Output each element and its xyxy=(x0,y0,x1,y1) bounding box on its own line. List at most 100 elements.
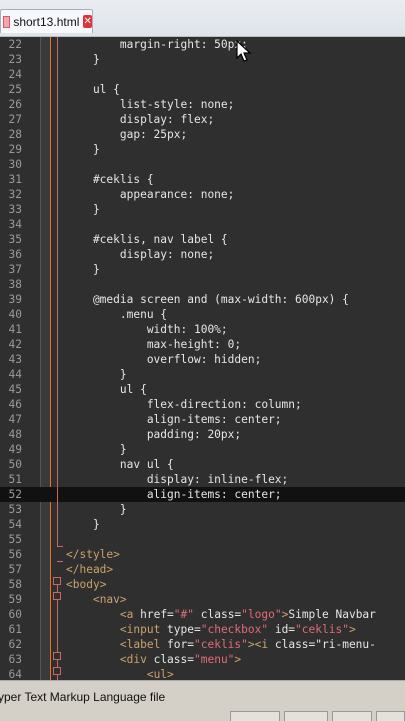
code-line[interactable]: 46 flex-direction: column; xyxy=(0,397,405,412)
code-line[interactable]: 57 </head> xyxy=(0,562,405,577)
line-number: 26 xyxy=(8,98,22,111)
line-number: 31 xyxy=(8,173,22,186)
code-line[interactable]: 23 } xyxy=(0,52,405,67)
line-number: 39 xyxy=(8,293,22,306)
code-text: padding: 20px; xyxy=(66,428,242,441)
code-text: } xyxy=(66,263,100,276)
code-line[interactable]: 32 appearance: none; xyxy=(0,187,405,202)
line-number: 30 xyxy=(8,158,22,171)
code-line[interactable]: 30 xyxy=(0,157,405,172)
code-line[interactable]: 41 width: 100%; xyxy=(0,322,405,337)
code-text: align-items: center; xyxy=(66,488,282,501)
line-number: 29 xyxy=(8,143,22,156)
code-line[interactable]: 40 .menu { xyxy=(0,307,405,322)
fold-toggle-nav[interactable] xyxy=(53,592,61,600)
code-text: } xyxy=(66,368,127,381)
status-bar: yper Text Markup Language file xyxy=(0,680,405,721)
code-line[interactable]: 31 #ceklis { xyxy=(0,172,405,187)
line-number: 62 xyxy=(8,638,22,651)
close-icon[interactable]: ✕ xyxy=(83,15,92,28)
code-line[interactable]: 50 nav ul { xyxy=(0,457,405,472)
code-line[interactable]: 53 } xyxy=(0,502,405,517)
code-line[interactable]: 33 } xyxy=(0,202,405,217)
line-number: 43 xyxy=(8,353,22,366)
code-text: @media screen and (max-width: 600px) { xyxy=(66,293,349,306)
code-line[interactable]: 28 gap: 25px; xyxy=(0,127,405,142)
line-number: 33 xyxy=(8,203,22,216)
code-line[interactable]: 60 <a href="#" class="logo">Simple Navba… xyxy=(0,607,405,622)
line-number: 32 xyxy=(8,188,22,201)
code-text: margin-right: 50px; xyxy=(66,38,248,51)
code-line[interactable]: 62 <label for="ceklis"><i class="ri-menu… xyxy=(0,637,405,652)
code-line[interactable]: 22 margin-right: 50px; xyxy=(0,37,405,52)
code-line[interactable]: 25 ul { xyxy=(0,82,405,97)
line-number: 23 xyxy=(8,53,22,66)
code-text: } xyxy=(66,143,100,156)
code-text: <a href="#" class="logo">Simple Navbar xyxy=(119,608,376,621)
fold-guide-style xyxy=(57,37,58,546)
line-number: 40 xyxy=(8,308,22,321)
code-text: gap: 25px; xyxy=(66,128,188,141)
code-text: } xyxy=(66,503,127,516)
code-line[interactable]: 29 } xyxy=(0,142,405,157)
code-line[interactable]: 49 } xyxy=(0,442,405,457)
tab-short13-html[interactable]: short13.html ✕ xyxy=(0,9,93,33)
line-number: 46 xyxy=(8,398,22,411)
tab-label: short13.html xyxy=(13,14,80,29)
code-line[interactable]: 56 </style> xyxy=(0,547,405,562)
code-line[interactable]: 37 } xyxy=(0,262,405,277)
code-text: <div class="menu"> xyxy=(119,653,242,666)
line-number: 36 xyxy=(8,248,22,261)
line-number: 34 xyxy=(8,218,22,231)
code-line[interactable]: 42 max-height: 0; xyxy=(0,337,405,352)
file-type-label: yper Text Markup Language file xyxy=(0,690,166,704)
fold-toggle-div[interactable] xyxy=(53,652,61,660)
code-line[interactable]: 36 display: none; xyxy=(0,247,405,262)
code-text: } xyxy=(66,53,100,66)
code-line[interactable]: 47 align-items: center; xyxy=(0,412,405,427)
line-number: 55 xyxy=(8,533,22,546)
code-line[interactable]: 54 } xyxy=(0,517,405,532)
fold-end-marker xyxy=(57,561,63,562)
line-number: 22 xyxy=(8,38,22,51)
code-editor[interactable]: 22 margin-right: 50px; 23 } 24 25 ul {26 li… xyxy=(0,37,405,681)
code-text: width: 100%; xyxy=(66,323,228,336)
line-number: 44 xyxy=(8,368,22,381)
code-line[interactable]: 52 align-items: center; xyxy=(0,487,405,502)
code-line[interactable]: 48 padding: 20px; xyxy=(0,427,405,442)
code-line[interactable]: 43 overflow: hidden; xyxy=(0,352,405,367)
line-number: 27 xyxy=(8,113,22,126)
code-line[interactable]: 26 list-style: none; xyxy=(0,97,405,112)
code-text: #ceklis, nav label { xyxy=(66,233,228,246)
line-number: 53 xyxy=(8,503,22,516)
code-line[interactable]: 51 display: inline-flex; xyxy=(0,472,405,487)
code-text: } xyxy=(66,518,100,531)
line-number: 37 xyxy=(8,263,22,276)
code-line[interactable]: 27 display: flex; xyxy=(0,112,405,127)
line-number: 38 xyxy=(8,278,22,291)
code-line[interactable]: 24 xyxy=(0,67,405,82)
code-line[interactable]: 45 ul { xyxy=(0,382,405,397)
code-text: appearance: none; xyxy=(66,188,235,201)
code-text: list-style: none; xyxy=(66,98,235,111)
code-line[interactable]: 38 xyxy=(0,277,405,292)
code-text: <input type="checkbox" id="ceklis"> xyxy=(119,623,356,636)
code-line[interactable]: 39 @media screen and (max-width: 600px) … xyxy=(0,292,405,307)
code-line[interactable]: 61 <input type="checkbox" id="ceklis"> xyxy=(0,622,405,637)
line-number: 58 xyxy=(8,578,22,591)
code-line[interactable]: 44 } xyxy=(0,367,405,382)
code-line[interactable]: 35 #ceklis, nav label { xyxy=(0,232,405,247)
code-text: </style> xyxy=(66,548,120,561)
fold-toggle-body[interactable] xyxy=(53,577,61,585)
line-number: 60 xyxy=(8,608,22,621)
code-text: max-height: 0; xyxy=(66,338,242,351)
code-line[interactable]: 55 xyxy=(0,532,405,547)
fold-toggle-ul[interactable] xyxy=(53,667,61,675)
line-number: 63 xyxy=(8,653,22,666)
code-text: overflow: hidden; xyxy=(66,353,262,366)
code-text: <nav> xyxy=(92,593,127,606)
code-line[interactable]: 34 xyxy=(0,217,405,232)
line-number: 48 xyxy=(8,428,22,441)
line-number: 49 xyxy=(8,443,22,456)
code-text: nav ul { xyxy=(66,458,174,471)
